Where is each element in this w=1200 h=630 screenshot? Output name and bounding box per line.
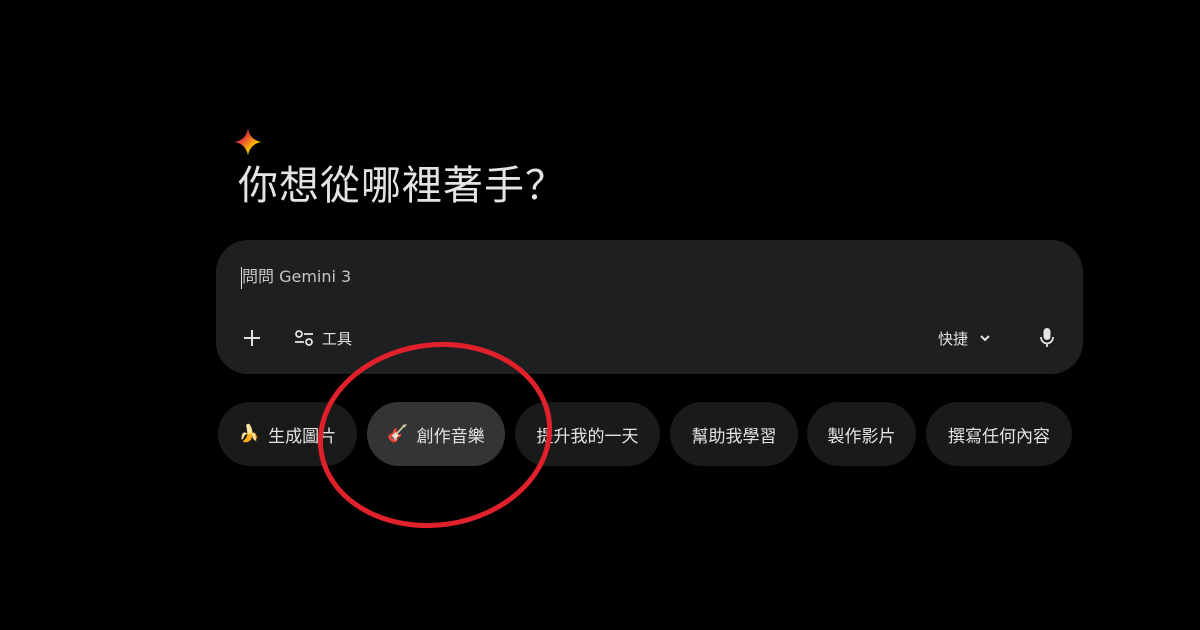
chip-label: 提升我的一天 bbox=[536, 426, 639, 447]
chip-help-me-learn[interactable]: 幫助我學習 bbox=[670, 402, 798, 466]
plus-icon bbox=[244, 330, 260, 346]
chip-label: 創作音樂 bbox=[416, 426, 485, 447]
prompt-composer: 問問 Gemini 3 工具 快捷 bbox=[216, 240, 1083, 374]
chip-write-anything[interactable]: 撰寫任何內容 bbox=[926, 402, 1072, 466]
chip-boost-my-day[interactable]: 提升我的一天 bbox=[515, 402, 660, 466]
banana-icon: 🍌 bbox=[238, 423, 261, 444]
guitar-icon: 🎸 bbox=[387, 423, 409, 444]
gemini-start-screen: 你想從哪裡著手？ 問問 Gemini 3 工具 快捷 🍌 生成圖片 🎸 創作音樂… bbox=[0, 0, 1200, 630]
mode-label: 快捷 bbox=[938, 329, 969, 348]
mic-button[interactable] bbox=[1032, 322, 1062, 354]
chip-label: 幫助我學習 bbox=[691, 426, 777, 447]
tune-icon bbox=[295, 330, 313, 346]
tools-label: 工具 bbox=[322, 329, 353, 348]
mic-icon bbox=[1040, 328, 1054, 347]
chip-make-video[interactable]: 製作影片 bbox=[807, 402, 916, 466]
chip-label: 生成圖片 bbox=[268, 426, 337, 447]
chevron-down-icon bbox=[980, 335, 990, 342]
chip-create-music[interactable]: 🎸 創作音樂 bbox=[367, 402, 505, 466]
prompt-input[interactable]: 問問 Gemini 3 bbox=[242, 266, 351, 288]
page-title: 你想從哪裡著手？ bbox=[238, 163, 566, 209]
gemini-sparkle-icon bbox=[234, 128, 262, 156]
add-button[interactable] bbox=[236, 322, 268, 354]
chip-label: 製作影片 bbox=[827, 426, 896, 447]
mode-selector[interactable]: 快捷 bbox=[938, 324, 992, 352]
chip-label: 撰寫任何內容 bbox=[948, 426, 1050, 447]
chip-generate-image[interactable]: 🍌 生成圖片 bbox=[218, 402, 357, 466]
tools-button[interactable]: 工具 bbox=[294, 324, 352, 352]
